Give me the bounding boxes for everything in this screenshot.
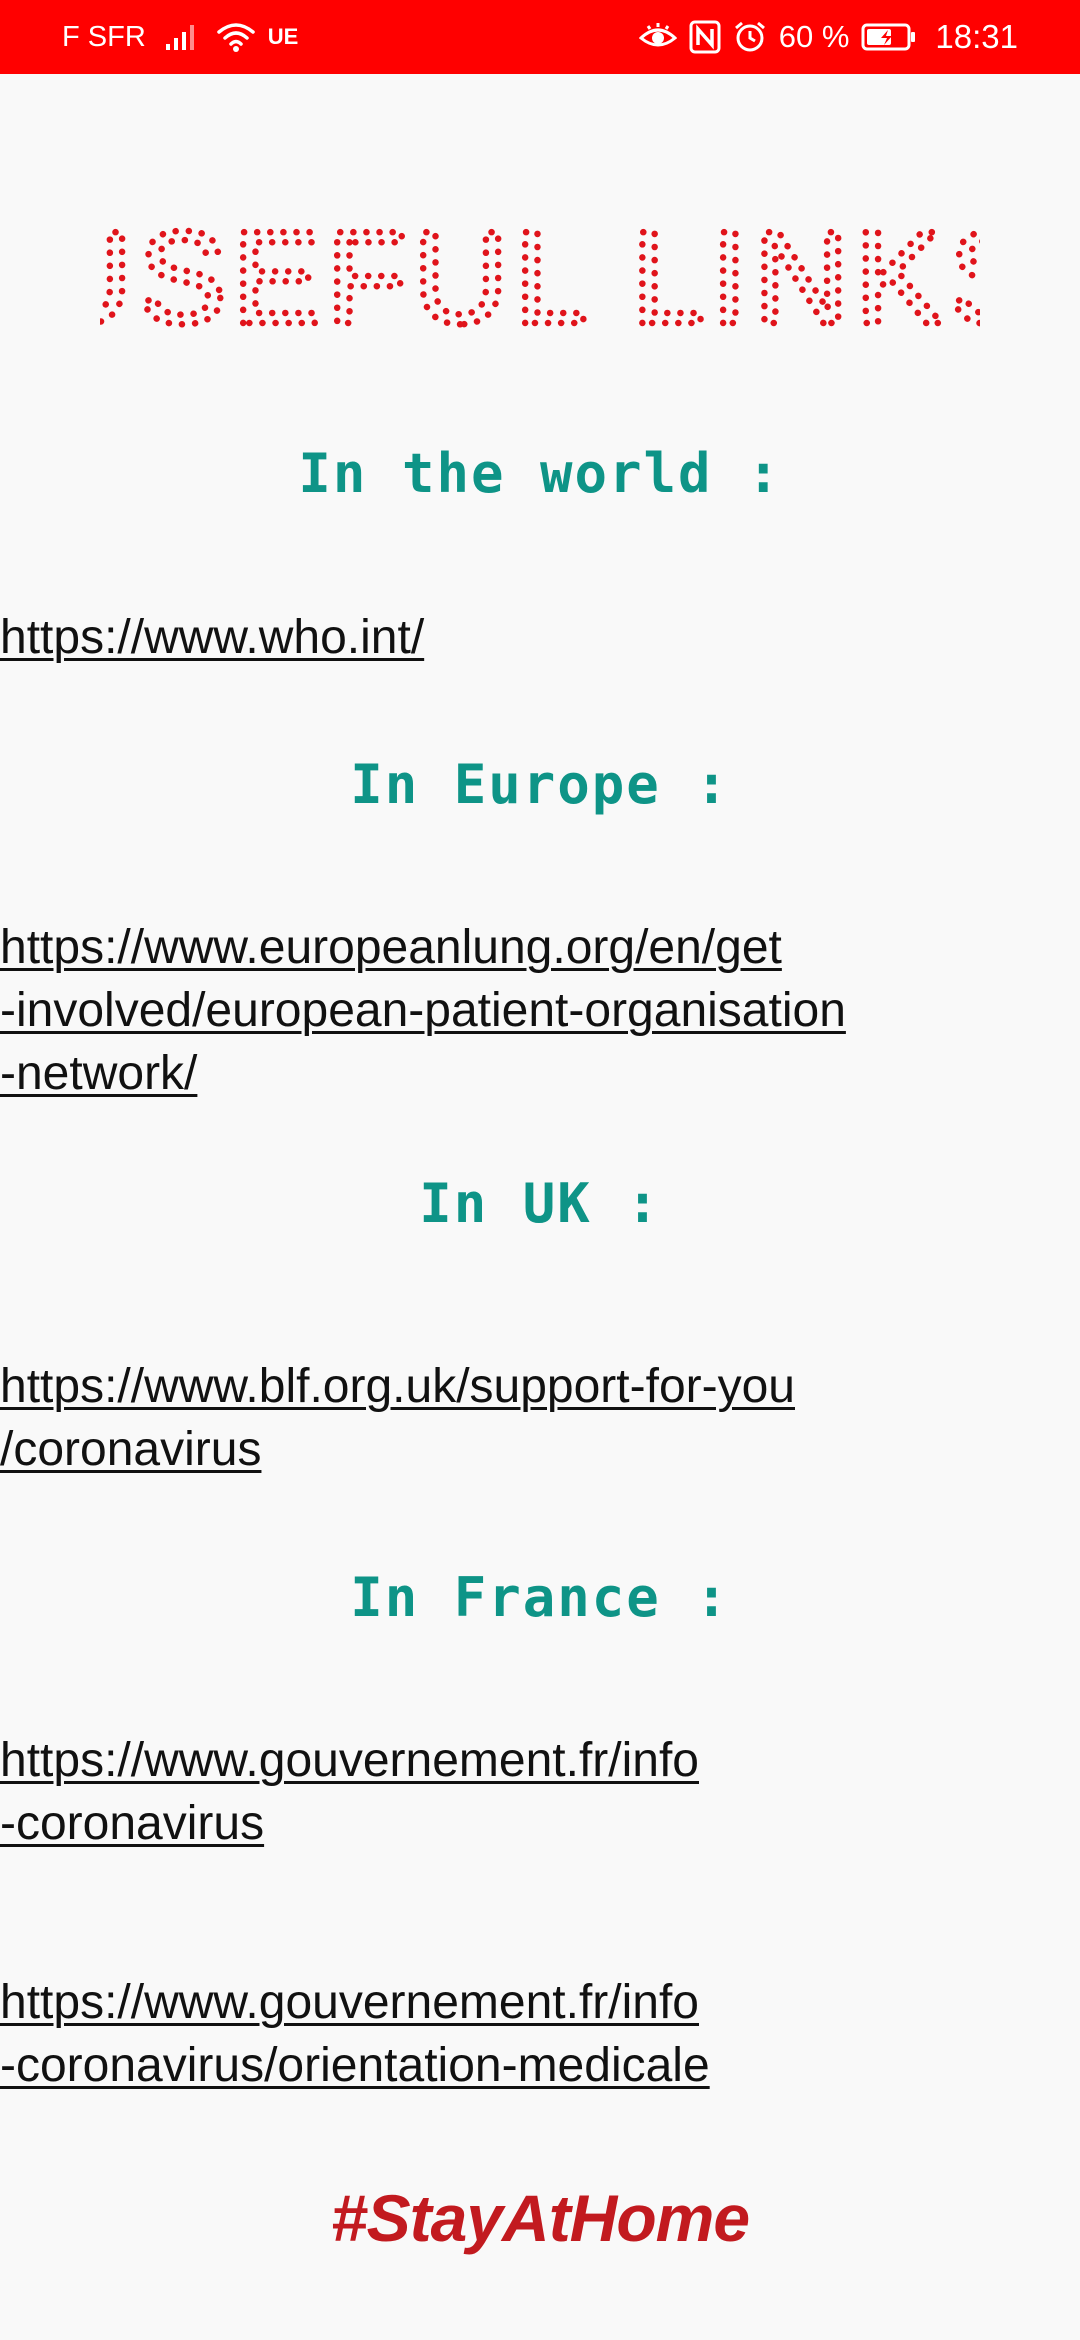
status-bar: F SFR UE 60 % 18:31 [0,0,1080,74]
wifi-icon [216,21,256,53]
network-type-label: UE [267,24,299,49]
link-gouvernement-info[interactable]: https://www.gouvernement.fr/info -corona… [0,1729,1000,1855]
battery-charging-icon [861,22,917,52]
alarm-icon [733,20,767,54]
status-bar-right: 60 % 18:31 [638,0,1018,74]
section-heading-france: In France : [350,1566,730,1629]
carrier-label: F SFR [62,20,146,53]
stay-at-home-hashtag: #StayAtHome [330,2181,750,2255]
page-title: USEFUL LINKS [0,215,1080,335]
link-gouvernement-orientation[interactable]: https://www.gouvernement.fr/info -corona… [0,1971,1000,2097]
status-bar-left: F SFR UE [62,0,298,74]
page-title-text: USEFUL LINKS [100,215,980,335]
signal-icon [164,22,198,52]
link-blf[interactable]: https://www.blf.org.uk/support-for-you /… [0,1355,1000,1481]
dotted-title-graphic: USEFUL LINKS [100,215,980,335]
link-european-lung[interactable]: https://www.europeanlung.org/en/get -inv… [0,916,1000,1105]
link-who[interactable]: https://www.who.int/ [0,606,1000,669]
clock: 18:31 [935,18,1018,55]
nfc-icon [689,20,721,54]
section-heading-uk: In UK : [419,1172,661,1235]
battery-percent: 60 % [778,19,850,54]
section-heading-europe: In Europe : [350,753,730,816]
eye-icon [638,22,677,52]
section-heading-world: In the world : [298,442,782,505]
